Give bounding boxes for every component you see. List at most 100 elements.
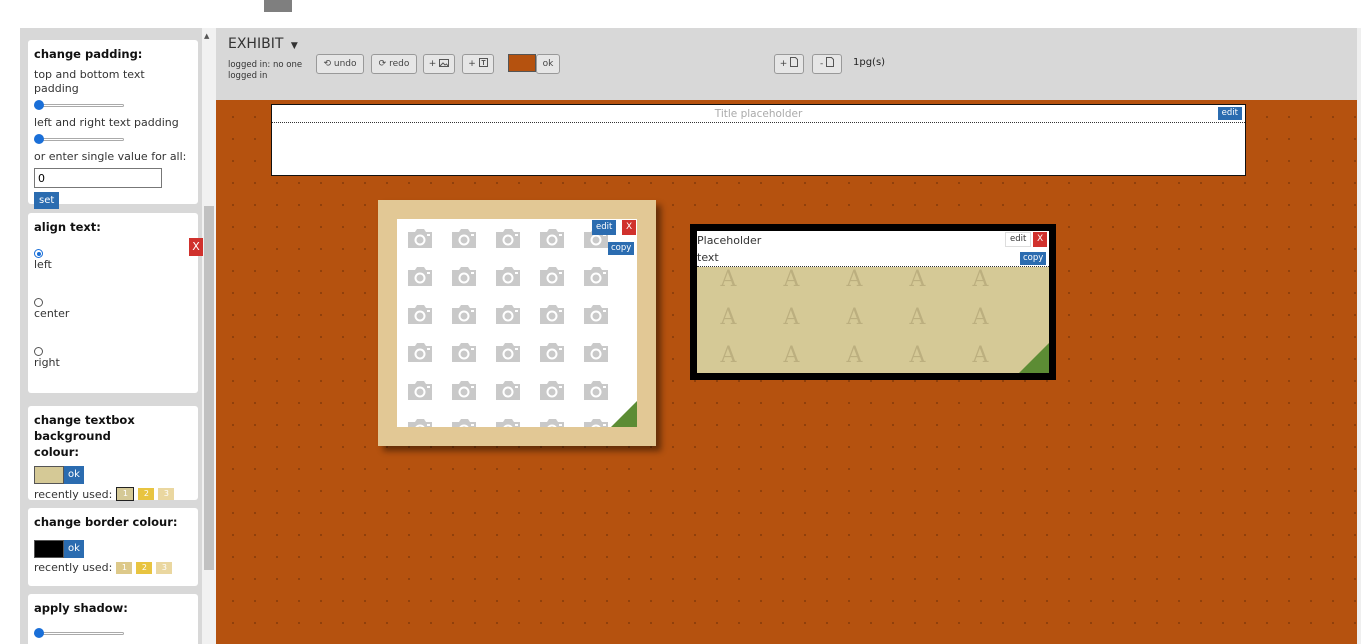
border-recent-chip[interactable]: 3: [156, 561, 173, 574]
camera-icon: [578, 299, 614, 329]
align-panel: align text: left center right: [28, 213, 198, 393]
text-edit-button[interactable]: edit: [1005, 232, 1032, 247]
camera-icon: [402, 337, 438, 367]
camera-icon: [490, 413, 526, 427]
border-recent-chip[interactable]: 1: [116, 561, 133, 574]
pattern-letter-icon: A: [909, 267, 926, 292]
bg-colour-ok-button[interactable]: ok: [64, 466, 84, 484]
camera-icon: [490, 375, 526, 405]
bg-colour-swatch[interactable]: [34, 466, 64, 484]
text-line-1[interactable]: Placeholder: [697, 234, 761, 247]
image-edit-button[interactable]: edit: [592, 220, 617, 235]
pattern-letter-icon: A: [846, 305, 863, 330]
bg-colour-title: change textbox background colour:: [34, 413, 135, 459]
redo-label: redo: [389, 59, 410, 69]
camera-icon: [534, 261, 570, 291]
slider-thumb[interactable]: [34, 628, 44, 638]
exhibit-canvas[interactable]: Title placeholder edit edit X copy A A A A A…: [216, 100, 1357, 644]
image-box[interactable]: edit X copy: [378, 200, 656, 446]
title-box[interactable]: Title placeholder edit: [271, 104, 1246, 176]
align-left-radio[interactable]: [34, 249, 43, 258]
camera-icon: [402, 299, 438, 329]
border-recent-chip[interactable]: 2: [136, 561, 153, 574]
bg-recent-chip[interactable]: 1: [116, 487, 135, 501]
text-box-body: AAAAAAAAAAAAAAAAAA Placeholder text edit…: [697, 231, 1049, 373]
canvas-colour-swatch[interactable]: [508, 54, 536, 72]
title-edit-button[interactable]: edit: [1217, 107, 1242, 120]
camera-icon: [490, 299, 526, 329]
set-padding-button[interactable]: set: [34, 192, 60, 209]
add-page-label: +: [779, 59, 788, 69]
align-center-radio[interactable]: [34, 298, 43, 307]
pattern-letter-icon: A: [972, 305, 989, 330]
app-menu[interactable]: EXHIBIT ▼: [228, 36, 298, 52]
text-copy-button[interactable]: copy: [1020, 252, 1047, 265]
canvas-colour-ok-button[interactable]: ok: [536, 54, 560, 74]
shadow-slider[interactable]: [34, 628, 124, 638]
page-icon: [826, 57, 835, 67]
left-right-padding-slider[interactable]: [34, 134, 124, 144]
border-colour-swatch[interactable]: [34, 540, 64, 558]
slider-thumb[interactable]: [34, 100, 44, 110]
bg-recent-chip[interactable]: 3: [158, 488, 175, 500]
border-recent-label: recently used:: [34, 561, 113, 574]
redo-button[interactable]: ⟳ redo: [371, 54, 417, 74]
top-bottom-padding-label: top and bottom text padding: [34, 68, 145, 95]
text-box[interactable]: AAAAAAAAAAAAAAAAAA Placeholder text edit…: [690, 224, 1056, 380]
redo-icon: ⟳: [378, 59, 387, 69]
add-image-button[interactable]: +: [423, 54, 455, 74]
sidebar-scroll-thumb[interactable]: [204, 206, 214, 570]
padding-panel: change padding: top and bottom text padd…: [28, 40, 198, 209]
add-page-button[interactable]: +: [774, 54, 804, 74]
camera-icon: [490, 337, 526, 367]
slider-thumb[interactable]: [34, 134, 44, 144]
align-right-radio[interactable]: [34, 347, 43, 356]
border-colour-title: change border colour:: [34, 515, 178, 529]
camera-icon: [490, 223, 526, 253]
camera-icon: [490, 261, 526, 291]
camera-icon: [446, 299, 482, 329]
camera-icon: [534, 223, 570, 253]
camera-pattern: [402, 223, 637, 427]
camera-icon: [578, 413, 614, 427]
page-icon: [790, 57, 799, 67]
align-right-label: right: [34, 356, 60, 369]
add-text-button[interactable]: +: [462, 54, 494, 74]
camera-icon: [446, 375, 482, 405]
text-line-2[interactable]: text: [697, 251, 719, 264]
padding-value-input[interactable]: [34, 168, 162, 188]
letter-pattern: AAAAAAAAAAAAAAAAAA: [697, 267, 1049, 373]
window-right-edge: [1357, 28, 1361, 644]
align-title: align text:: [34, 220, 101, 234]
text-delete-button[interactable]: X: [1033, 232, 1048, 247]
camera-icon: [402, 413, 438, 427]
scroll-up-icon[interactable]: ▲: [204, 32, 209, 40]
camera-icon: [534, 337, 570, 367]
close-sidebar-button[interactable]: X: [189, 238, 203, 256]
resize-handle-icon[interactable]: [611, 401, 637, 427]
image-delete-button[interactable]: X: [622, 220, 637, 235]
text-box-content[interactable]: Placeholder text edit X copy: [697, 231, 1049, 267]
undo-button[interactable]: ⟲ undo: [316, 54, 364, 74]
remove-page-button[interactable]: -: [812, 54, 842, 74]
image-copy-button[interactable]: copy: [608, 242, 635, 255]
border-colour-ok-button[interactable]: ok: [64, 540, 84, 558]
resize-handle-icon[interactable]: [1019, 343, 1049, 373]
border-colour-panel: change border colour: ok recently used: …: [28, 508, 198, 586]
pattern-letter-icon: A: [720, 343, 737, 368]
bg-recent-chip[interactable]: 2: [138, 488, 155, 500]
align-center-label: center: [34, 307, 70, 320]
camera-icon: [578, 375, 614, 405]
camera-icon: [534, 375, 570, 405]
title-placeholder[interactable]: Title placeholder: [272, 105, 1245, 123]
pattern-letter-icon: A: [909, 343, 926, 368]
camera-icon: [534, 413, 570, 427]
top-marker: [264, 0, 292, 12]
text-icon: [478, 58, 488, 67]
shadow-title: apply shadow:: [34, 601, 128, 615]
undo-icon: ⟲: [323, 59, 332, 69]
camera-icon: [402, 223, 438, 253]
top-bottom-padding-slider[interactable]: [34, 100, 124, 110]
single-value-label: or enter single value for all:: [34, 150, 187, 163]
logged-in-status: logged in: no one logged in: [228, 60, 303, 81]
